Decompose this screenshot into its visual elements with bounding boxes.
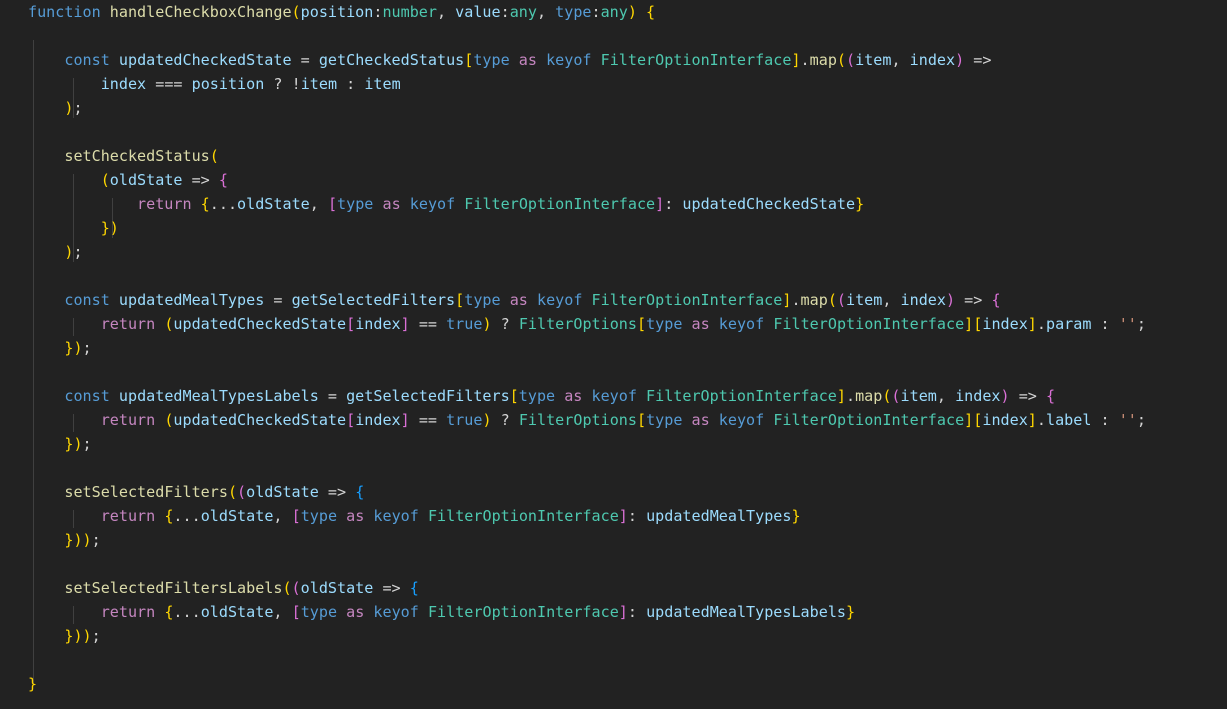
code-line: setSelectedFiltersLabels((oldState => { (64, 579, 419, 597)
code-line: return {...oldState, [type as keyof Filt… (100, 507, 801, 525)
code-line: }); (64, 339, 92, 357)
code-line: ); (64, 99, 83, 117)
code-line: })); (64, 531, 101, 549)
code-line: function handleCheckboxChange(position:n… (28, 3, 656, 21)
code-line: (oldState => { (100, 171, 228, 189)
code-line: const updatedMealTypes = getSelectedFilt… (64, 291, 1001, 309)
code-line: }) (100, 219, 119, 237)
code-line: setCheckedStatus( (64, 147, 219, 165)
code-line: const updatedMealTypesLabels = getSelect… (64, 387, 1056, 405)
code-line: const updatedCheckedState = getCheckedSt… (64, 51, 992, 69)
code-line: }); (64, 435, 92, 453)
code-line: return {...oldState, [type as keyof Filt… (137, 195, 865, 213)
code-line: setSelectedFilters((oldState => { (64, 483, 365, 501)
code-line: index === position ? !item : item (100, 75, 401, 93)
code-content[interactable]: function handleCheckboxChange(position:n… (0, 0, 1227, 696)
code-line: ); (64, 243, 83, 261)
code-line: })); (64, 627, 101, 645)
code-line: return (updatedCheckedState[index] == tr… (100, 315, 1146, 333)
code-editor[interactable]: function handleCheckboxChange(position:n… (0, 0, 1227, 709)
code-line: } (28, 675, 38, 693)
code-line: return (updatedCheckedState[index] == tr… (100, 411, 1146, 429)
code-line: return {...oldState, [type as keyof Filt… (100, 603, 856, 621)
